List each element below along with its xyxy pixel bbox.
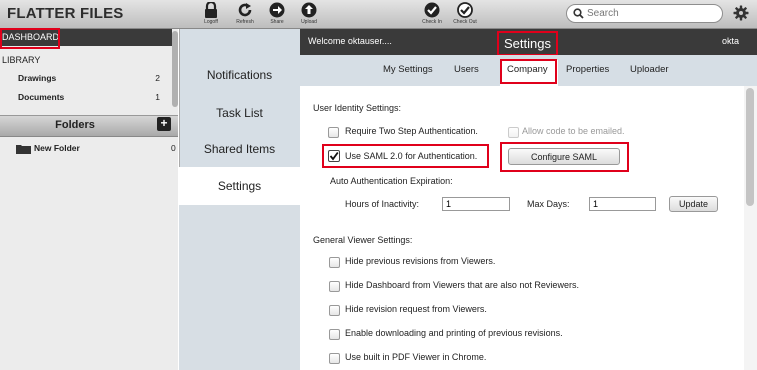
nav-filler xyxy=(179,205,300,370)
upload-icon xyxy=(301,2,317,18)
email-code-label: Allow code to be emailed. xyxy=(522,126,625,136)
viewer-option-checkbox[interactable] xyxy=(329,305,340,316)
two-step-label: Require Two Step Authentication. xyxy=(345,126,478,136)
sidebar-item-drawings[interactable]: Drawings 2 xyxy=(0,73,172,87)
user-name: okta xyxy=(722,36,740,46)
sidebar-scrollbar[interactable] xyxy=(172,31,178,107)
configure-saml-button[interactable]: Configure SAML xyxy=(508,148,620,165)
tab-company[interactable]: Company xyxy=(507,64,548,75)
tab-uploader[interactable]: Uploader xyxy=(630,64,669,75)
share-arrow-icon xyxy=(269,2,285,18)
check-out-button[interactable]: Check Out xyxy=(448,0,482,28)
viewer-option-label: Hide previous revisions from Viewers. xyxy=(345,256,496,266)
check-out-icon xyxy=(457,2,473,18)
folder-item-new-folder[interactable]: New Folder xyxy=(34,143,80,153)
sidebar-item-documents[interactable]: Documents 1 xyxy=(0,92,172,106)
sidebar-item-label: Drawings xyxy=(18,73,57,83)
viewer-option-label: Hide Dashboard from Viewers that are als… xyxy=(345,280,579,290)
logoff-label: Logoff xyxy=(204,19,218,25)
library-label: LIBRARY xyxy=(2,55,41,65)
sidebar-item-count: 2 xyxy=(155,73,160,83)
logoff-button[interactable]: Logoff xyxy=(194,0,228,28)
nav-task-list[interactable]: Task List xyxy=(179,94,300,132)
folder-icon xyxy=(16,145,31,154)
email-code-checkbox[interactable] xyxy=(508,127,519,138)
lock-icon xyxy=(205,2,217,18)
gear-icon[interactable] xyxy=(733,5,749,21)
viewer-option-checkbox[interactable] xyxy=(329,353,340,364)
tab-my-settings[interactable]: My Settings xyxy=(383,64,433,75)
tab-users[interactable]: Users xyxy=(454,64,479,75)
search-box xyxy=(566,4,723,23)
share-button[interactable]: Share xyxy=(260,0,294,28)
viewer-option-label: Enable downloading and printing of previ… xyxy=(345,328,563,338)
viewer-heading: General Viewer Settings: xyxy=(313,235,413,245)
content-scrollbar-thumb[interactable] xyxy=(746,88,754,206)
viewer-option-checkbox[interactable] xyxy=(329,281,340,292)
welcome-text: Welcome oktauser.... xyxy=(308,36,392,46)
saml-label: Use SAML 2.0 for Authentication. xyxy=(345,151,478,161)
two-step-checkbox[interactable] xyxy=(328,127,339,138)
viewer-option-checkbox[interactable] xyxy=(329,257,340,268)
update-button[interactable]: Update xyxy=(669,196,718,212)
nav-settings[interactable]: Settings xyxy=(179,167,300,205)
checkmark-icon xyxy=(329,151,339,161)
upload-label: Upload xyxy=(301,19,317,25)
expiration-heading: Auto Authentication Expiration: xyxy=(330,176,453,186)
sidebar-item-count: 1 xyxy=(155,92,160,102)
max-days-input[interactable] xyxy=(589,197,656,211)
search-icon xyxy=(573,8,584,19)
nav-shared-items[interactable]: Shared Items xyxy=(179,130,300,168)
refresh-icon xyxy=(238,3,252,17)
check-out-label: Check Out xyxy=(453,19,477,25)
page-title: Settings xyxy=(504,36,551,51)
refresh-label: Refresh xyxy=(236,19,254,25)
upload-button[interactable]: Upload xyxy=(292,0,326,28)
saml-checkbox[interactable] xyxy=(328,150,340,162)
viewer-option-checkbox[interactable] xyxy=(329,329,340,340)
app-brand: FLATTER FILES xyxy=(7,5,124,22)
dashboard-link[interactable]: DASHBOARD xyxy=(2,32,59,42)
hours-input[interactable] xyxy=(442,197,510,211)
hours-label: Hours of Inactivity: xyxy=(345,199,420,209)
check-in-button[interactable]: Check In xyxy=(415,0,449,28)
check-in-label: Check In xyxy=(422,19,442,25)
search-input[interactable] xyxy=(587,7,717,20)
viewer-option-label: Hide revision request from Viewers. xyxy=(345,304,487,314)
sidebar-item-label: Documents xyxy=(18,92,65,102)
share-label: Share xyxy=(270,19,284,25)
nav-notifications[interactable]: Notifications xyxy=(179,56,300,94)
identity-heading: User Identity Settings: xyxy=(313,103,402,113)
tab-properties[interactable]: Properties xyxy=(566,64,609,75)
refresh-button[interactable]: Refresh xyxy=(228,0,262,28)
add-folder-button[interactable]: + xyxy=(157,117,171,131)
viewer-option-label: Use built in PDF Viewer in Chrome. xyxy=(345,352,487,362)
folder-item-count: 0 xyxy=(171,143,176,153)
check-in-icon xyxy=(424,2,440,18)
max-days-label: Max Days: xyxy=(527,199,570,209)
folders-title: Folders xyxy=(55,119,95,131)
